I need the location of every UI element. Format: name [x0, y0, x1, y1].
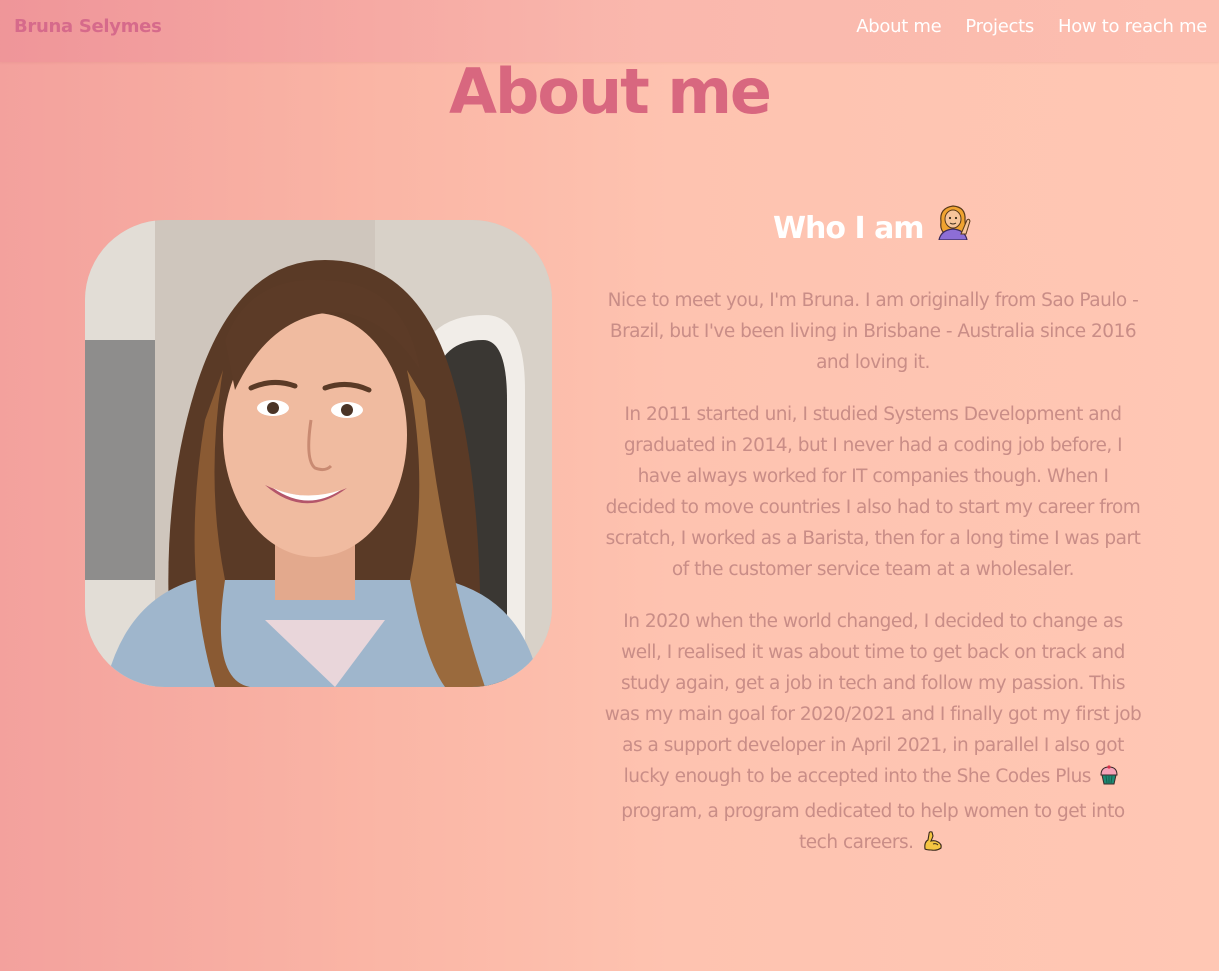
who-i-am-heading: Who I am: [602, 200, 1144, 256]
bio-paragraph-1: Nice to meet you, I'm Bruna. I am origin…: [607, 290, 1139, 373]
flexed-biceps-icon: [921, 828, 945, 862]
cupcake-icon: [1098, 764, 1120, 796]
profile-photo: [85, 220, 552, 687]
bio-paragraph-3-part-2: program, a program dedicated to help wom…: [621, 801, 1125, 853]
nav-link-projects[interactable]: Projects: [965, 16, 1034, 37]
page-title: About me: [449, 55, 772, 128]
who-i-am-heading-text: Who I am: [772, 211, 925, 246]
bio-paragraph-3-part-1: In 2020 when the world changed, I decide…: [604, 611, 1142, 787]
bio-paragraph-3: In 2020 when the world changed, I decide…: [602, 606, 1144, 862]
about-section: Who I am Nice to meet you, I'm Bruna. I …: [602, 200, 1144, 862]
nav-link-how-to-reach-me[interactable]: How to reach me: [1058, 16, 1207, 37]
nav-links: About me Projects How to reach me: [856, 16, 1207, 37]
brand-logo[interactable]: Bruna Selymes: [14, 16, 162, 37]
nav-link-about-me[interactable]: About me: [856, 16, 941, 37]
woman-tipping-hand-icon: [933, 200, 973, 259]
bio-paragraph-2: In 2011 started uni, I studied Systems D…: [605, 404, 1141, 580]
